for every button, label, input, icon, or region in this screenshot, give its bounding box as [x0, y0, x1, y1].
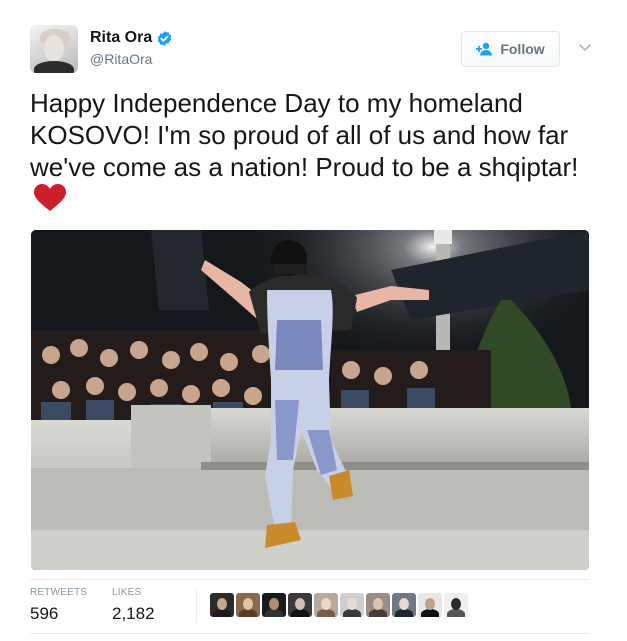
stats-bottom-divider: [30, 633, 590, 634]
liker-avatar-body: [317, 609, 335, 617]
user-names: Rita Ora @RitaOra: [90, 29, 173, 67]
display-name[interactable]: Rita Ora: [90, 29, 152, 47]
liker-avatar[interactable]: [366, 593, 390, 617]
liker-avatar-body: [343, 609, 361, 617]
retweets-label: RETWEETS: [30, 587, 88, 598]
tweet-photo[interactable]: [31, 230, 589, 570]
tweet-body: Happy Independence Day to my homeland KO…: [30, 88, 579, 182]
liker-avatar[interactable]: [288, 593, 312, 617]
liker-avatar-face: [347, 598, 357, 610]
liker-avatar-face: [451, 598, 461, 610]
concert-photo-illustration: [31, 230, 589, 570]
liker-avatar[interactable]: [262, 593, 286, 617]
liker-avatar-face: [295, 598, 305, 610]
stats-top-divider: [30, 579, 590, 580]
avatar-face: [44, 35, 64, 61]
liker-avatar-body: [213, 609, 231, 617]
liker-avatar-body: [239, 609, 257, 617]
likes-count: 2,182: [112, 604, 155, 623]
avatar-shoulders: [34, 61, 74, 73]
liker-avatar[interactable]: [418, 593, 442, 617]
likes-label: LIKES: [112, 587, 142, 598]
liker-avatar[interactable]: [392, 593, 416, 617]
liker-avatar-body: [421, 609, 439, 617]
liker-avatar-body: [447, 609, 465, 617]
liker-avatar[interactable]: [340, 593, 364, 617]
retweets-count: 596: [30, 604, 59, 623]
tweet-header: Rita Ora @RitaOra Follow: [30, 25, 600, 75]
liker-avatar[interactable]: [236, 593, 260, 617]
display-name-row[interactable]: Rita Ora: [90, 29, 173, 47]
red-heart-icon: [34, 184, 66, 211]
liker-avatar-body: [291, 609, 309, 617]
tweet-text: Happy Independence Day to my homeland KO…: [30, 87, 595, 215]
liker-avatar[interactable]: [444, 593, 468, 617]
liker-avatar-body: [395, 609, 413, 617]
liker-avatar[interactable]: [210, 593, 234, 617]
liker-avatar-body: [369, 609, 387, 617]
verified-badge-icon: [158, 30, 172, 46]
chevron-down-icon[interactable]: [577, 39, 593, 55]
liker-avatar-face: [425, 598, 435, 610]
likes-stat[interactable]: LIKES 2,182: [112, 587, 155, 624]
liker-avatar-body: [265, 609, 283, 617]
liker-avatar-face: [217, 598, 227, 610]
follow-button-label: Follow: [500, 41, 545, 57]
liker-avatar-face: [243, 598, 253, 610]
avatar[interactable]: [30, 25, 78, 73]
liker-avatar-face: [269, 598, 279, 610]
add-person-icon: [476, 42, 493, 56]
user-handle[interactable]: @RitaOra: [90, 51, 173, 67]
liker-avatar-face: [321, 598, 331, 610]
liker-avatar-face: [373, 598, 383, 610]
liker-avatars: [210, 593, 468, 617]
stats-separator: [196, 589, 197, 623]
liker-avatar-face: [399, 598, 409, 610]
retweets-stat[interactable]: RETWEETS 596: [30, 587, 87, 624]
follow-button[interactable]: Follow: [461, 31, 560, 67]
liker-avatar[interactable]: [314, 593, 338, 617]
